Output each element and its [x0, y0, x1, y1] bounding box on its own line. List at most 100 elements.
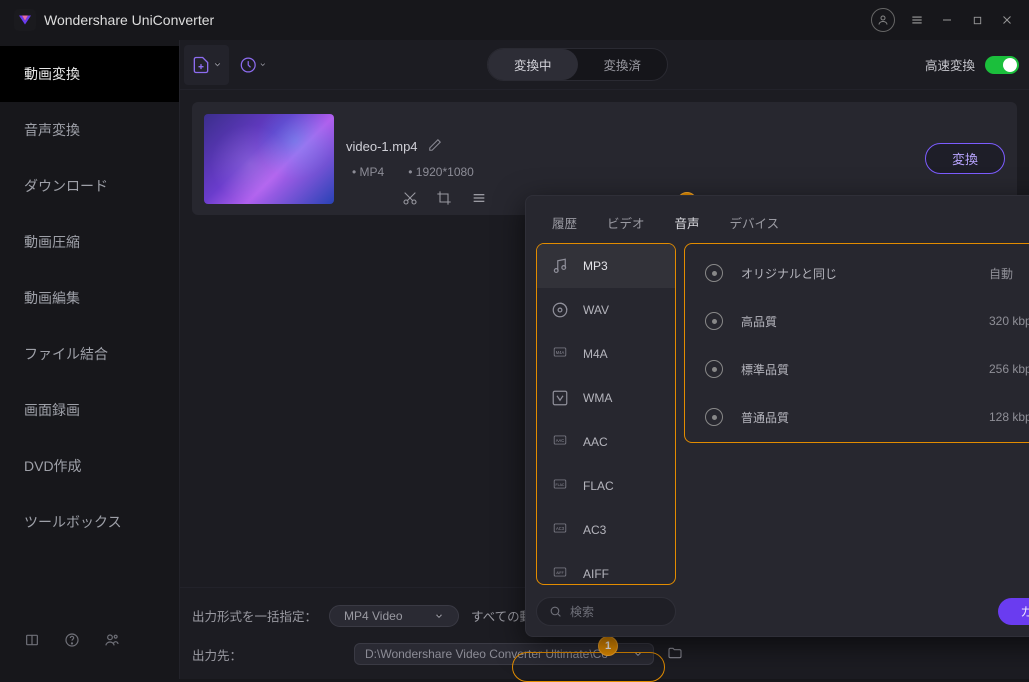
- popup-tab-history[interactable]: 履歴: [538, 208, 591, 237]
- sidebar-item-audio-convert[interactable]: 音声変換: [0, 102, 179, 158]
- chevron-down-icon: [633, 649, 643, 659]
- popup-tab-device[interactable]: デバイス: [716, 208, 794, 237]
- search-icon: [549, 605, 562, 618]
- step-badge-1: 1: [598, 636, 618, 656]
- format-m4a[interactable]: M4AM4A: [537, 332, 675, 376]
- app-logo: Wondershare UniConverter: [14, 9, 214, 31]
- help-icon[interactable]: [64, 632, 80, 653]
- guide-icon[interactable]: [24, 632, 40, 653]
- fast-convert-toggle[interactable]: [985, 56, 1019, 74]
- file-meta: • MP4 • 1920*1080: [346, 165, 474, 179]
- wma-icon: [551, 389, 569, 407]
- rename-icon[interactable]: [428, 138, 442, 155]
- output-dir-label: 出力先：: [192, 645, 342, 664]
- sidebar-item-edit[interactable]: 動画編集: [0, 270, 179, 326]
- popup-footer: 検索 カスタマイズ: [526, 591, 1029, 636]
- m4a-icon: M4A: [551, 345, 569, 363]
- popup-tabs: 履歴 ビデオ 音声 デバイス: [526, 196, 1029, 237]
- popup-tab-audio[interactable]: 音声: [661, 208, 714, 237]
- output-format-value: MP4 Video: [344, 609, 402, 623]
- quality-label: 高品質: [741, 313, 989, 330]
- sidebar-item-video-convert[interactable]: 動画変換: [0, 46, 179, 102]
- format-label: FLAC: [583, 479, 614, 493]
- format-aiff[interactable]: AIFF AIFF: [537, 552, 675, 585]
- file-info: video-1.mp4 • MP4 • 1920*1080: [346, 138, 474, 179]
- add-file-button[interactable]: [184, 45, 229, 85]
- quality-value: 128 kbps: [989, 410, 1029, 424]
- convert-button-label: 変換: [952, 152, 978, 167]
- toolbar: 変換中 変換済 高速変換: [180, 40, 1029, 90]
- format-wma[interactable]: WMA: [537, 376, 675, 420]
- sidebar-item-compress[interactable]: 動画圧縮: [0, 214, 179, 270]
- titlebar-right: [871, 8, 1015, 32]
- sidebar-footer: [0, 632, 179, 679]
- add-url-button[interactable]: [239, 51, 267, 79]
- format-mp3[interactable]: MP3: [537, 244, 675, 288]
- fast-convert: 高速変換: [925, 55, 1019, 74]
- sidebar-item-merge[interactable]: ファイル結合: [0, 326, 179, 382]
- format-search[interactable]: 検索: [536, 597, 676, 626]
- more-icon[interactable]: [470, 190, 488, 211]
- video-thumbnail[interactable]: [204, 114, 334, 204]
- ac3-icon: AC3: [551, 521, 569, 539]
- content: 変換中 変換済 高速変換 video-1.mp4: [180, 40, 1029, 679]
- svg-text:AC3: AC3: [556, 526, 565, 531]
- format-wav[interactable]: WAV: [537, 288, 675, 332]
- popup-tab-label: デバイス: [730, 217, 780, 231]
- format-label: WMA: [583, 391, 612, 405]
- sidebar-item-label: ファイル結合: [24, 346, 108, 362]
- sidebar-item-dvd[interactable]: DVD作成: [0, 438, 179, 494]
- svg-text:AIFF: AIFF: [556, 571, 564, 575]
- quality-standard[interactable]: 標準品質256 kbps: [691, 346, 1029, 392]
- sidebar-item-label: 動画編集: [24, 290, 80, 306]
- sidebar-item-download[interactable]: ダウンロード: [0, 158, 179, 214]
- crop-icon[interactable]: [436, 190, 452, 211]
- app-title: Wondershare UniConverter: [44, 12, 214, 28]
- sidebar-item-label: 画面録画: [24, 402, 80, 418]
- format-label: AIFF: [583, 567, 609, 581]
- popup-tab-label: ビデオ: [607, 217, 645, 231]
- quality-label: 普通品質: [741, 409, 989, 426]
- cut-icon[interactable]: [402, 190, 418, 211]
- titlebar: Wondershare UniConverter: [0, 0, 1029, 40]
- tab-converted[interactable]: 変換済: [578, 49, 668, 80]
- disc-icon: [551, 301, 569, 319]
- format-label: AAC: [583, 435, 608, 449]
- target-icon: [705, 312, 723, 330]
- sidebar-item-label: 音声変換: [24, 122, 80, 138]
- chevron-down-icon: [434, 611, 444, 621]
- quality-high[interactable]: 高品質320 kbps: [691, 298, 1029, 344]
- minimize-icon[interactable]: [939, 12, 955, 28]
- quality-normal[interactable]: 普通品質128 kbps: [691, 394, 1029, 440]
- customize-button[interactable]: カスタマイズ: [998, 598, 1029, 625]
- account-icon[interactable]: [104, 632, 120, 653]
- menu-icon[interactable]: [909, 12, 925, 28]
- format-label: MP3: [583, 259, 608, 273]
- popup-tab-label: 履歴: [552, 217, 577, 231]
- convert-button[interactable]: 変換: [925, 143, 1005, 174]
- fast-convert-label: 高速変換: [925, 55, 975, 74]
- sidebar-item-record[interactable]: 画面録画: [0, 382, 179, 438]
- tab-label: 変換中: [514, 59, 552, 73]
- format-ac3[interactable]: AC3AC3: [537, 508, 675, 552]
- quality-original[interactable]: オリジナルと同じ自動: [691, 250, 1029, 296]
- format-aac[interactable]: AAC AAC: [537, 420, 675, 464]
- maximize-icon[interactable]: [969, 12, 985, 28]
- open-folder-icon[interactable]: [666, 645, 684, 664]
- svg-text:FLAC: FLAC: [556, 483, 565, 487]
- aac-icon: AAC: [551, 433, 569, 451]
- close-icon[interactable]: [999, 12, 1015, 28]
- tab-label: 変換済: [604, 59, 642, 73]
- quality-value: 自動: [989, 265, 1029, 282]
- flac-icon: FLAC: [551, 477, 569, 495]
- tab-converting[interactable]: 変換中: [488, 49, 578, 80]
- output-format-select[interactable]: MP4 Video: [329, 605, 459, 627]
- user-avatar[interactable]: [871, 8, 895, 32]
- svg-text:M4A: M4A: [556, 350, 565, 355]
- target-icon: [705, 264, 723, 282]
- sidebar-item-toolbox[interactable]: ツールボックス: [0, 494, 179, 550]
- popup-tab-video[interactable]: ビデオ: [593, 208, 659, 237]
- status-tabs: 変換中 変換済: [487, 48, 668, 81]
- target-icon: [705, 408, 723, 426]
- format-flac[interactable]: FLAC FLAC: [537, 464, 675, 508]
